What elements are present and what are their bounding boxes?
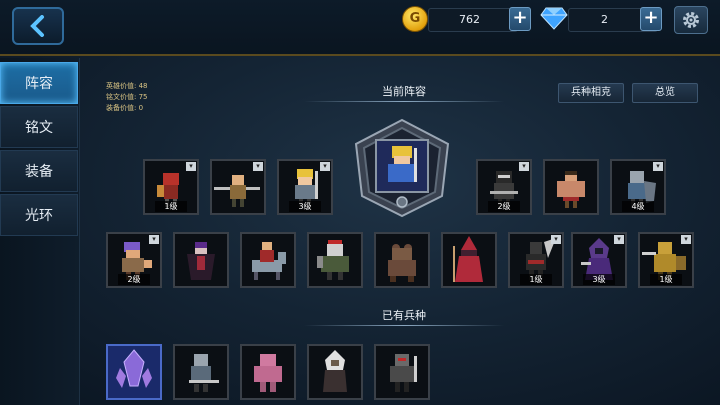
chevron-down-icon: ▾ [653, 162, 663, 171]
gear-icon [683, 12, 699, 28]
owned-units-title: 已有兵种 [382, 309, 426, 322]
armored-soldier-icon [189, 354, 219, 392]
lineup-slot[interactable]: ▾ 4级 [610, 159, 666, 215]
chevron-down-icon: ▾ [551, 235, 561, 244]
lineup-title-underline [304, 101, 504, 102]
owned-unit-slot[interactable] [240, 344, 296, 400]
chevron-left-icon [30, 15, 44, 37]
armored-orc-icon [317, 240, 349, 280]
chevron-down-icon: ▾ [253, 162, 263, 171]
barbarian-icon [557, 171, 585, 208]
dark-knight-icon [390, 354, 417, 392]
chevron-down-icon: ▾ [186, 162, 196, 171]
add-gems-button[interactable]: + [640, 7, 662, 31]
lineup-slot[interactable]: ▾ 2级 [476, 159, 532, 215]
red-mage-icon [453, 236, 483, 282]
unit-level: 1级 [520, 274, 552, 285]
chevron-down-icon: ▾ [320, 162, 330, 171]
counter-button[interactable]: 兵种相克 [558, 83, 624, 103]
owned-unit-slot[interactable] [374, 344, 430, 400]
gold-amount: 762 [459, 13, 480, 26]
owned-title-underline [304, 325, 504, 326]
cavalry-icon [252, 242, 286, 280]
lineup-slot[interactable] [307, 232, 363, 288]
pink-brawler-icon [254, 354, 282, 392]
lineup-slot[interactable]: ▾ 2级 [106, 232, 162, 288]
tab-inscription[interactable]: 铭文 [0, 106, 78, 148]
unit-level: 2级 [488, 201, 520, 212]
owned-unit-slot[interactable] [106, 344, 162, 400]
sidebar: 阵容 铭文 装备 光环 [0, 58, 80, 405]
lineup-slot[interactable] [441, 232, 497, 288]
vampire-icon [187, 242, 215, 280]
top-bar: G 762 + 2 + [0, 0, 720, 56]
chevron-down-icon: ▾ [681, 235, 691, 244]
diamond-icon [540, 7, 568, 30]
back-button[interactable] [12, 7, 64, 45]
gem-amount: 2 [601, 13, 608, 26]
lineup-slot[interactable]: ▾ 3级 [571, 232, 627, 288]
tab-aura[interactable]: 光环 [0, 194, 78, 236]
unit-level: 2级 [118, 274, 150, 285]
leader-hero-icon[interactable] [352, 118, 452, 218]
lineup-slot[interactable]: ▾ 1级 [143, 159, 199, 215]
lineup-slot[interactable] [374, 232, 430, 288]
equipment-value-stat: 装备价值: 0 [106, 104, 144, 112]
tab-equipment[interactable]: 装备 [0, 150, 78, 192]
add-gold-button[interactable]: + [509, 7, 531, 31]
lineup-slot[interactable] [240, 232, 296, 288]
gold-coin-icon: G [402, 6, 428, 32]
lineup-slot[interactable]: ▾ [210, 159, 266, 215]
unit-level: 4级 [622, 201, 654, 212]
crystal-icon [108, 346, 160, 398]
settings-button[interactable] [674, 6, 708, 34]
unit-level: 3级 [289, 201, 321, 212]
lineup-slot[interactable] [543, 159, 599, 215]
gold-counter: 762 [428, 8, 518, 32]
white-hood-icon [323, 350, 347, 392]
tab-lineup[interactable]: 阵容 [0, 62, 78, 104]
lineup-slot[interactable]: ▾ 1级 [638, 232, 694, 288]
value-stats: 英雄价值: 48 铭文价值: 75 装备价值: 0 [106, 81, 148, 114]
chevron-down-icon: ▾ [519, 162, 529, 171]
unit-level: 1级 [650, 274, 682, 285]
lineup-slot[interactable]: ▾ 3级 [277, 159, 333, 215]
inscription-value-stat: 铭文价值: 75 [106, 93, 148, 101]
lineup-title: 当前阵容 [382, 85, 426, 98]
overview-button[interactable]: 总览 [632, 83, 698, 103]
lineup-slot[interactable]: ▾ 1级 [508, 232, 564, 288]
chevron-down-icon: ▾ [614, 235, 624, 244]
unit-level: 3级 [583, 274, 615, 285]
owned-unit-slot[interactable] [307, 344, 363, 400]
lineup-slot[interactable] [173, 232, 229, 288]
bear-icon [388, 244, 416, 282]
owned-unit-slot[interactable] [173, 344, 229, 400]
hero-value-stat: 英雄价值: 48 [106, 82, 148, 90]
unit-level: 1级 [155, 201, 187, 212]
chevron-down-icon: ▾ [149, 235, 159, 244]
